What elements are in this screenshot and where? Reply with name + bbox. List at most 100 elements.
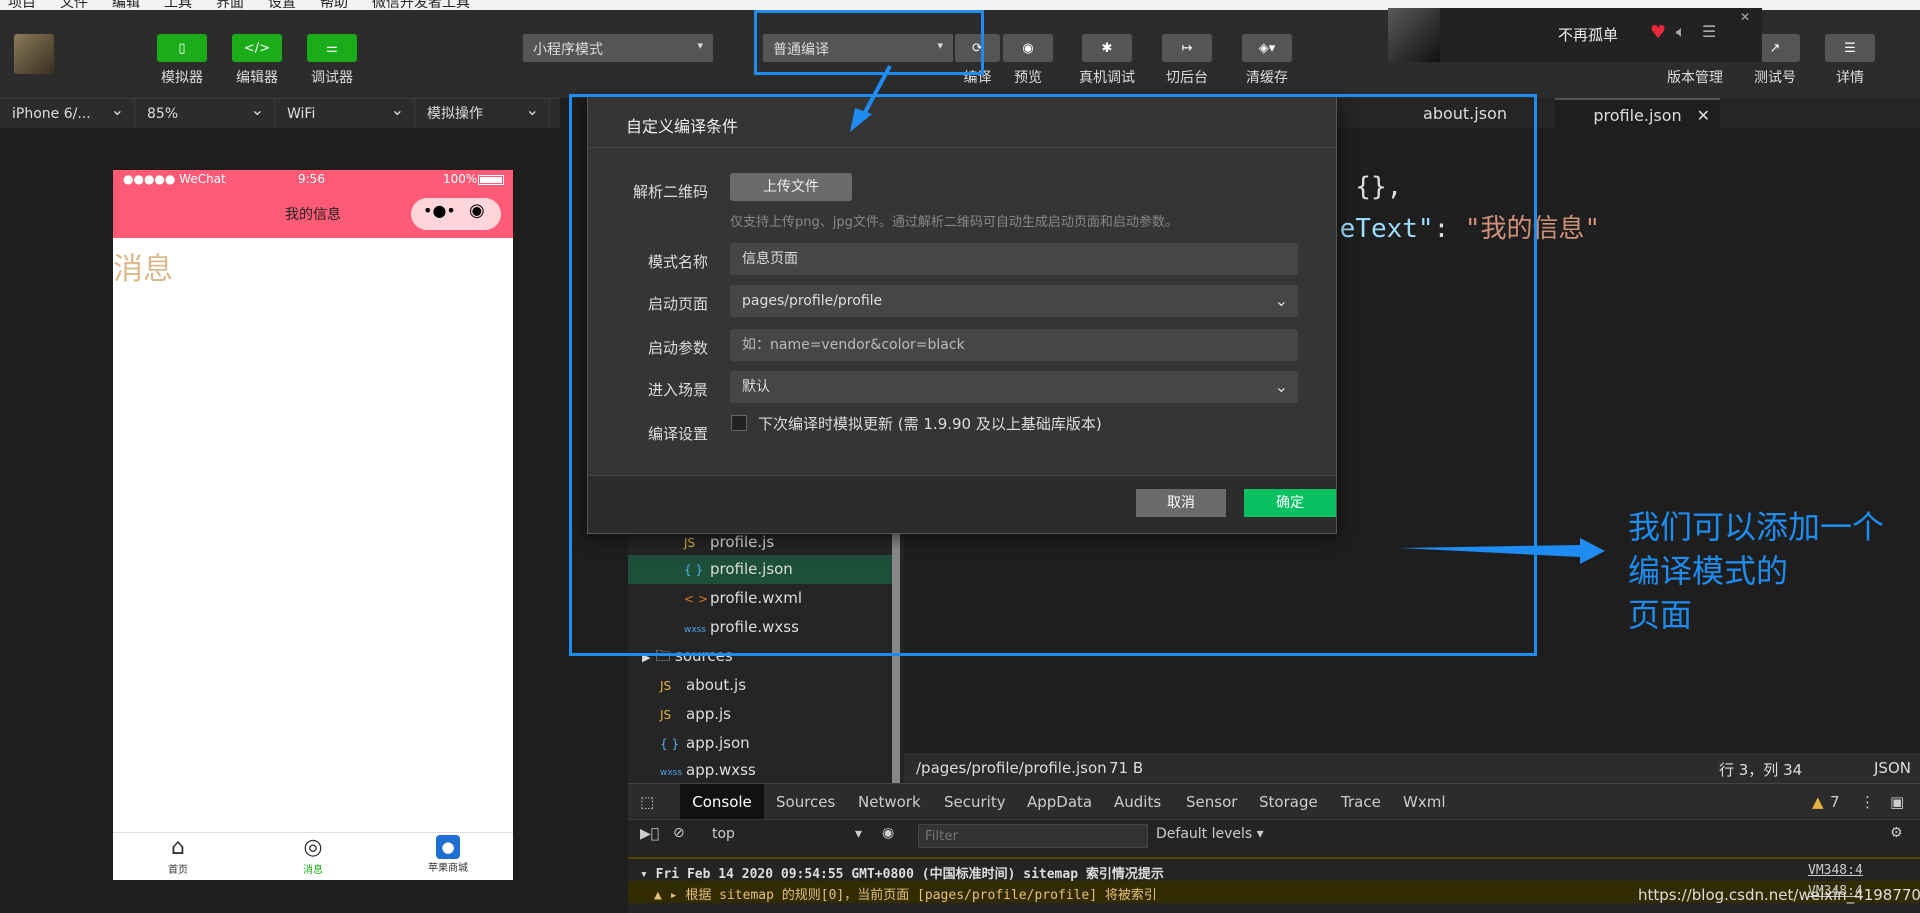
menu-tools[interactable]: 工具 <box>164 0 192 10</box>
battery-level: 100% <box>443 172 478 186</box>
mode-select[interactable]: 小程序模式 <box>523 34 713 62</box>
clear-cache-label: 清缓存 <box>1246 70 1288 86</box>
preview-label: 预览 <box>1014 70 1042 86</box>
switch-icon: ↦ <box>1162 34 1212 62</box>
close-icon[interactable]: ✕ <box>1740 10 1750 24</box>
tab-sensor[interactable]: Sensor <box>1186 784 1237 820</box>
tab-wxml[interactable]: Wxml <box>1403 784 1446 820</box>
editor-button[interactable]: </> 编辑器 <box>227 34 287 87</box>
console-filter-bar: ▶⃞ ⊘ top▾ ◉ Default levels ▾ ⚙ <box>628 819 1920 851</box>
background-button[interactable]: ↦ 切后台 <box>1157 34 1217 87</box>
tab-messages-label: 消息 <box>303 865 323 876</box>
heart-icon[interactable]: ♥ <box>1650 22 1666 43</box>
remote-debug-label: 真机调试 <box>1079 70 1135 86</box>
tab-appdata[interactable]: AppData <box>1027 784 1092 820</box>
tab-network[interactable]: Network <box>858 784 921 820</box>
volume-icon[interactable]: 🔈︎ <box>1676 22 1686 42</box>
inspect-icon[interactable]: ⬚ <box>640 784 654 820</box>
eye-icon[interactable]: ◉ <box>882 825 894 841</box>
menu-file[interactable]: 文件 <box>60 0 88 10</box>
test-id-label: 测试号 <box>1754 70 1796 86</box>
tab-audits[interactable]: Audits <box>1114 784 1161 820</box>
log-levels-label: Default levels <box>1156 826 1253 842</box>
apple-icon: ● <box>436 835 460 859</box>
menu-project[interactable]: 项目 <box>8 0 36 10</box>
log-source-link[interactable]: VM348:4 <box>1808 863 1863 878</box>
zoom-select[interactable]: 85% <box>135 95 275 129</box>
carrier: ●●●●● WeChat <box>123 172 226 186</box>
log-group-header[interactable]: ▾ Fri Feb 14 2020 09:54:55 GMT+0800 (中国标… <box>640 863 1164 882</box>
capsule-menu[interactable]: •●• ◉ <box>411 198 501 230</box>
tab-security[interactable]: Security <box>944 784 1006 820</box>
sidebar-toggle-icon[interactable]: ▶⃞ <box>640 826 659 842</box>
context-select[interactable]: top ▾ <box>712 826 862 842</box>
tab-home[interactable]: ⌂ 首页 <box>143 835 213 876</box>
tab-console[interactable]: Console <box>680 784 764 820</box>
js-icon: JS <box>660 679 672 693</box>
version-label: 版本管理 <box>1667 70 1723 86</box>
tab-apple-store[interactable]: ● 苹果商城 <box>413 835 483 874</box>
clear-console-icon[interactable]: ⊘ <box>673 825 685 841</box>
simulator-button[interactable]: ▯ 模拟器 <box>152 34 212 87</box>
phone-status-bar: ●●●●● WeChat 9:56 100% <box>113 170 513 190</box>
file-label: app.json <box>686 734 750 752</box>
home-icon: ⌂ <box>171 835 185 860</box>
debugger-button[interactable]: ⚌ 调试器 <box>302 34 362 87</box>
more-icon[interactable]: •●• <box>423 201 456 220</box>
avatar[interactable] <box>14 34 54 74</box>
code-icon: </> <box>232 34 282 62</box>
annotation-line: 编译模式的 <box>1628 552 1789 590</box>
dock-icon[interactable]: ▣ <box>1890 784 1904 820</box>
file-app-js[interactable]: JS app.js <box>660 700 731 729</box>
music-player: 不再孤单 ♥ 🔈︎ ☰ ✕ <box>1388 8 1762 62</box>
js-icon: JS <box>660 708 672 722</box>
file-size: 71 B <box>1109 759 1144 777</box>
menu-help[interactable]: 帮助 <box>320 0 348 10</box>
warning-icon: ▲ <box>1812 793 1824 811</box>
device-select[interactable]: iPhone 6/... <box>0 95 135 129</box>
dialog-highlight <box>569 94 1537 656</box>
clear-cache-button[interactable]: ◈▾ 清缓存 <box>1237 34 1297 87</box>
menu-settings[interactable]: 设置 <box>268 0 296 10</box>
language-mode[interactable]: JSON <box>1874 759 1911 777</box>
menu-wechat-devtools[interactable]: 微信开发者工具 <box>372 0 470 10</box>
tab-apple-store-label: 苹果商城 <box>428 863 468 874</box>
file-app-json[interactable]: { } app.json <box>660 729 750 758</box>
details-button[interactable]: ☰ 详情 <box>1820 34 1880 87</box>
tab-profile-json[interactable]: profile.json ✕ <box>1555 98 1720 130</box>
phone-tab-bar: ⌂ 首页 ◎ 消息 ● 苹果商城 <box>113 832 513 880</box>
page-content: 消息 <box>113 252 173 287</box>
tab-trace[interactable]: Trace <box>1341 784 1381 820</box>
warning-count[interactable]: 7 <box>1830 784 1840 820</box>
watermark: https://blog.csdn.net/weixin_41987706 <box>1638 886 1920 904</box>
remote-debug-button[interactable]: ✱ 真机调试 <box>1072 34 1142 87</box>
phone-icon: ▯ <box>157 34 207 62</box>
simulator-phone: ●●●●● WeChat 9:56 100% 我的信息 •●• ◉ 消息 ⌂ 首… <box>113 170 513 880</box>
menu-edit[interactable]: 编辑 <box>112 0 140 10</box>
phone-time: 9:56 <box>298 172 325 186</box>
tab-storage[interactable]: Storage <box>1259 784 1318 820</box>
annotation-line: 页面 <box>1628 596 1693 634</box>
menu-view[interactable]: 界面 <box>216 0 244 10</box>
playlist-icon[interactable]: ☰ <box>1702 22 1716 41</box>
battery-icon <box>478 175 504 185</box>
album-cover <box>1388 8 1440 62</box>
network-select[interactable]: WiFi <box>275 95 415 129</box>
tab-messages[interactable]: ◎ 消息 <box>278 835 348 876</box>
debugger-label: 调试器 <box>311 70 353 86</box>
ops-select[interactable]: 模拟操作 <box>415 95 550 129</box>
layers-icon: ◈▾ <box>1242 34 1292 62</box>
log-warning-row[interactable]: ▲ ▸ 根据 sitemap 的规则[0]，当前页面 [pages/profil… <box>654 884 1157 903</box>
tab-sources[interactable]: Sources <box>776 784 835 820</box>
console-filter-input[interactable] <box>918 824 1148 848</box>
file-app-wxss[interactable]: wxss app.wxss <box>660 756 756 785</box>
target-icon[interactable]: ◉ <box>469 200 485 221</box>
log-levels-select[interactable]: Default levels ▾ <box>1156 826 1264 842</box>
details-label: 详情 <box>1836 70 1864 86</box>
song-title: 不再孤单 <box>1557 26 1618 44</box>
file-about-js[interactable]: JS about.js <box>660 671 746 700</box>
editor-status-bar: /pages/profile/profile.json 71 B 行 3，列 3… <box>904 753 1920 783</box>
settings-gear-icon[interactable]: ⚙ <box>1890 825 1903 841</box>
more-vertical-icon[interactable]: ⋮ <box>1860 784 1875 820</box>
preview-button[interactable]: ◉ 预览 <box>1002 34 1054 87</box>
